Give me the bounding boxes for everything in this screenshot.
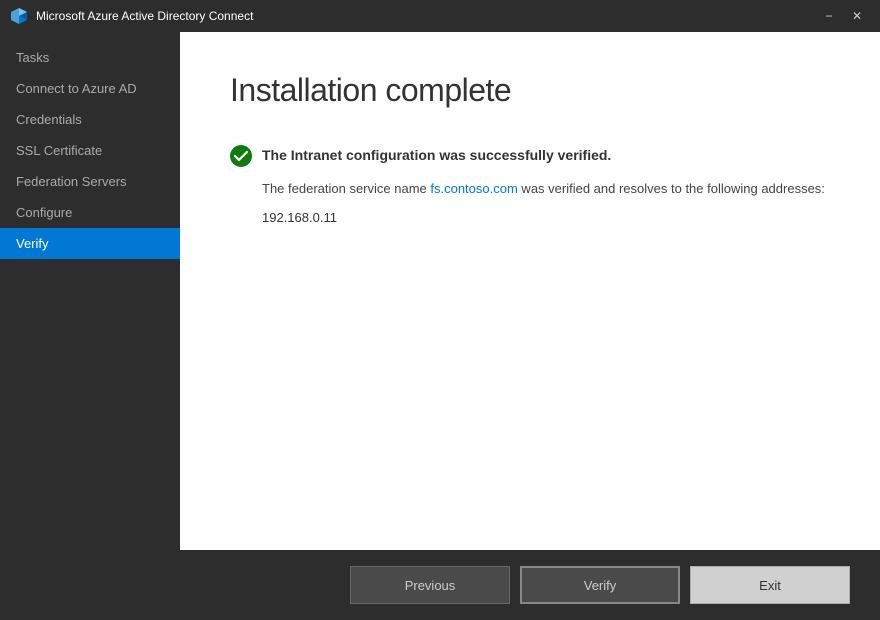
previous-button[interactable]: Previous — [350, 566, 510, 604]
sidebar-item-configure[interactable]: Configure — [0, 197, 180, 228]
verify-button[interactable]: Verify — [520, 566, 680, 604]
success-section: The Intranet configuration was successfu… — [230, 144, 830, 167]
federation-link[interactable]: fs.contoso.com — [430, 181, 517, 196]
title-bar-text: Microsoft Azure Active Directory Connect — [36, 9, 816, 23]
ip-address: 192.168.0.11 — [262, 210, 830, 225]
description-suffix: was verified and resolves to the followi… — [518, 181, 825, 196]
sidebar: Tasks Connect to Azure AD Credentials SS… — [0, 32, 180, 550]
success-icon — [230, 145, 252, 167]
sidebar-item-verify[interactable]: Verify — [0, 228, 180, 259]
success-message: The Intranet configuration was successfu… — [262, 144, 611, 166]
close-button[interactable]: ✕ — [844, 6, 870, 26]
page-title: Installation complete — [230, 72, 830, 109]
app-icon — [10, 7, 28, 25]
description-text: The federation service name fs.contoso.c… — [262, 179, 830, 200]
sidebar-item-credentials[interactable]: Credentials — [0, 104, 180, 135]
minimize-button[interactable]: − — [816, 6, 842, 26]
sidebar-item-federation-servers[interactable]: Federation Servers — [0, 166, 180, 197]
sidebar-item-tasks[interactable]: Tasks — [0, 42, 180, 73]
sidebar-item-connect-azure-ad[interactable]: Connect to Azure AD — [0, 73, 180, 104]
description-prefix: The federation service name — [262, 181, 430, 196]
exit-button[interactable]: Exit — [690, 566, 850, 604]
title-bar-controls: − ✕ — [816, 6, 870, 26]
sidebar-item-ssl-certificate[interactable]: SSL Certificate — [0, 135, 180, 166]
footer: Previous Verify Exit — [0, 550, 880, 620]
main-area: Tasks Connect to Azure AD Credentials SS… — [0, 32, 880, 550]
title-bar: Microsoft Azure Active Directory Connect… — [0, 0, 880, 32]
content-panel: Installation complete The Intranet confi… — [180, 32, 880, 550]
